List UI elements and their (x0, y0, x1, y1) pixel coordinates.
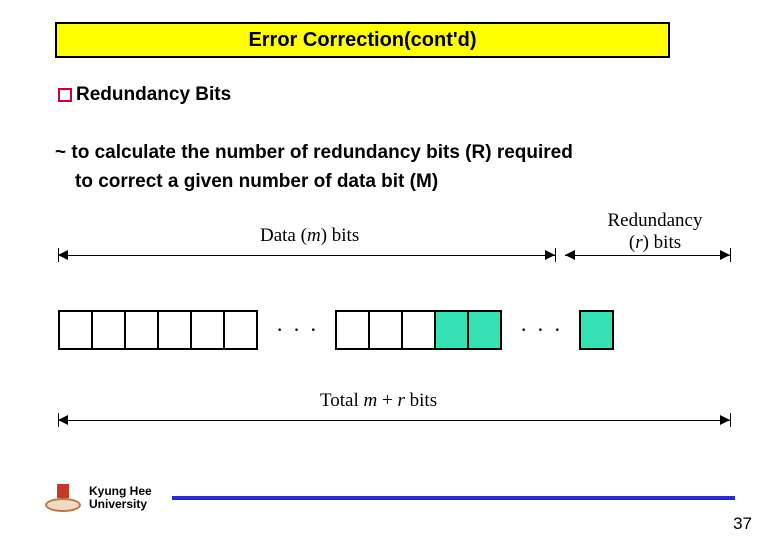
data-bit-cell (58, 310, 93, 350)
body-text: ~ to calculate the number of redundancy … (55, 138, 695, 197)
slide-title: Error Correction(cont'd) (248, 29, 476, 52)
redundancy-bit-cell (467, 310, 502, 350)
data-bit-cell (190, 310, 225, 350)
bullet-row: Redundancy Bits (58, 84, 231, 106)
total-plus: + (377, 390, 397, 411)
footer-divider (172, 496, 735, 500)
data-bit-cell (401, 310, 436, 350)
footer: Kyung Hee University (45, 478, 745, 518)
red-line1: Redundancy (608, 210, 703, 231)
data-bits-label: Data (m) bits (260, 225, 359, 247)
data-bit-cell (157, 310, 192, 350)
university-logo-icon (45, 484, 81, 512)
total-span-arrow (58, 420, 730, 421)
bullet-text: Redundancy Bits (76, 84, 231, 106)
total-m: m (364, 390, 378, 411)
tick-mark (730, 248, 731, 262)
body-line-1: ~ to calculate the number of redundancy … (55, 142, 573, 163)
data-bit-cell (368, 310, 403, 350)
body-line-2: to correct a given number of data bit (M… (55, 167, 695, 196)
redundancy-bit-cell (434, 310, 469, 350)
uni-line2: University (89, 497, 147, 511)
redundancy-bit-cell (579, 310, 614, 350)
total-prefix: Total (320, 390, 364, 411)
data-span-arrow (58, 255, 555, 256)
data-suffix: ) bits (321, 225, 360, 246)
bits-diagram: Data (m) bits Redundancy (r) bits · · · … (50, 210, 740, 450)
redundancy-bits-label: Redundancy (r) bits (580, 210, 730, 254)
ellipsis-icon: · · · (258, 317, 337, 343)
data-prefix: Data ( (260, 225, 307, 246)
total-bits-label: Total m + r bits (320, 390, 437, 412)
university-name: Kyung Hee University (89, 485, 152, 511)
red-var-r: r (635, 232, 642, 253)
tick-mark (555, 248, 556, 262)
tick-mark (730, 413, 731, 427)
data-bit-cell (335, 310, 370, 350)
ellipsis-icon: · · · (502, 317, 581, 343)
bit-cells-row: · · · · · · (58, 310, 614, 350)
data-bit-cell (91, 310, 126, 350)
data-bit-cell (223, 310, 258, 350)
data-var-m: m (307, 225, 321, 246)
redundancy-span-arrow (565, 255, 730, 256)
slide-title-bar: Error Correction(cont'd) (55, 22, 670, 58)
uni-line1: Kyung Hee (89, 484, 152, 498)
bullet-square-icon (58, 88, 72, 102)
red-suffix: ) bits (643, 232, 682, 253)
page-number: 37 (733, 514, 752, 534)
data-bit-cell (124, 310, 159, 350)
total-suffix: bits (405, 390, 437, 411)
total-r: r (397, 390, 404, 411)
